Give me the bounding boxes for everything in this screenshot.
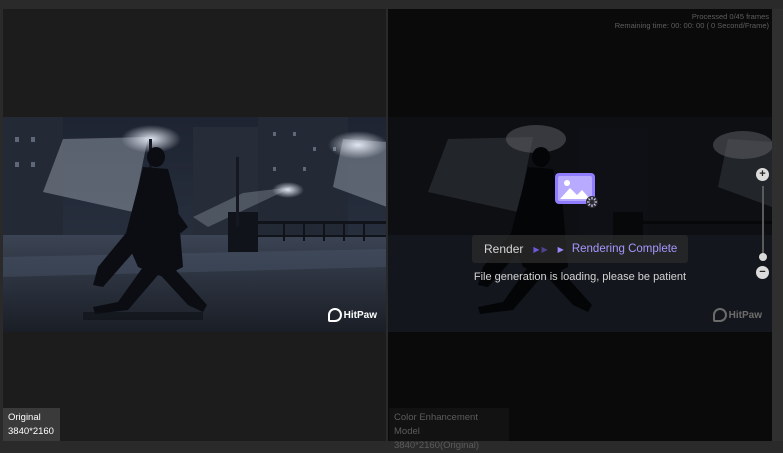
model-info-badge: Color Enhancement Model 3840*2160(Origin…: [389, 408, 509, 451]
zoom-out-button[interactable]: −: [756, 266, 769, 279]
enhanced-image: HitPaw: [388, 117, 772, 332]
render-progress-arrows: ▶ ▶ ▶: [533, 245, 563, 254]
render-label: Render: [484, 242, 524, 256]
image-rendering-icon: [554, 172, 598, 208]
zoom-track[interactable]: [762, 186, 764, 258]
original-info-badge: Original 3840*2160: [3, 408, 60, 441]
loading-message: File generation is loading, please be pa…: [473, 271, 687, 283]
original-resolution: 3840*2160: [8, 426, 54, 437]
zoom-knob[interactable]: [759, 252, 767, 261]
processed-frames: Processed 0/45 frames: [691, 12, 769, 21]
original-image: HitPaw: [3, 117, 386, 332]
enhanced-preview-pane: HitPaw: [388, 9, 772, 441]
render-dim-overlay: [388, 117, 772, 332]
render-status-bar: Render ▶ ▶ ▶ Rendering Complete: [472, 235, 688, 263]
original-label: Original: [8, 412, 41, 423]
arrow-right-icon: ▶: [557, 244, 564, 254]
render-progress-info: Processed 0/45 frames Remaining time: 00…: [615, 12, 769, 30]
model-resolution: 3840*2160(Original): [394, 440, 480, 451]
arrow-right-icon: ▶: [533, 244, 540, 254]
zoom-slider[interactable]: + −: [755, 168, 771, 280]
hitpaw-watermark: HitPaw: [327, 308, 377, 322]
arrow-right-icon: ▶: [541, 244, 548, 254]
night-street-image: [3, 117, 386, 332]
zoom-in-button[interactable]: +: [756, 168, 769, 181]
original-preview-pane: HitPaw: [3, 9, 386, 441]
hitpaw-logo-icon: [327, 308, 342, 322]
remaining-time: Remaining time: 00: 00: 00 ( 0 Second/Fr…: [614, 21, 769, 30]
model-label: Color Enhancement Model: [394, 412, 478, 437]
scroll-gutter: [772, 9, 783, 441]
comparison-preview: HitPaw Processed 0/45 frames Remaining t…: [0, 0, 783, 451]
render-status-text: Rendering Complete: [571, 243, 678, 255]
